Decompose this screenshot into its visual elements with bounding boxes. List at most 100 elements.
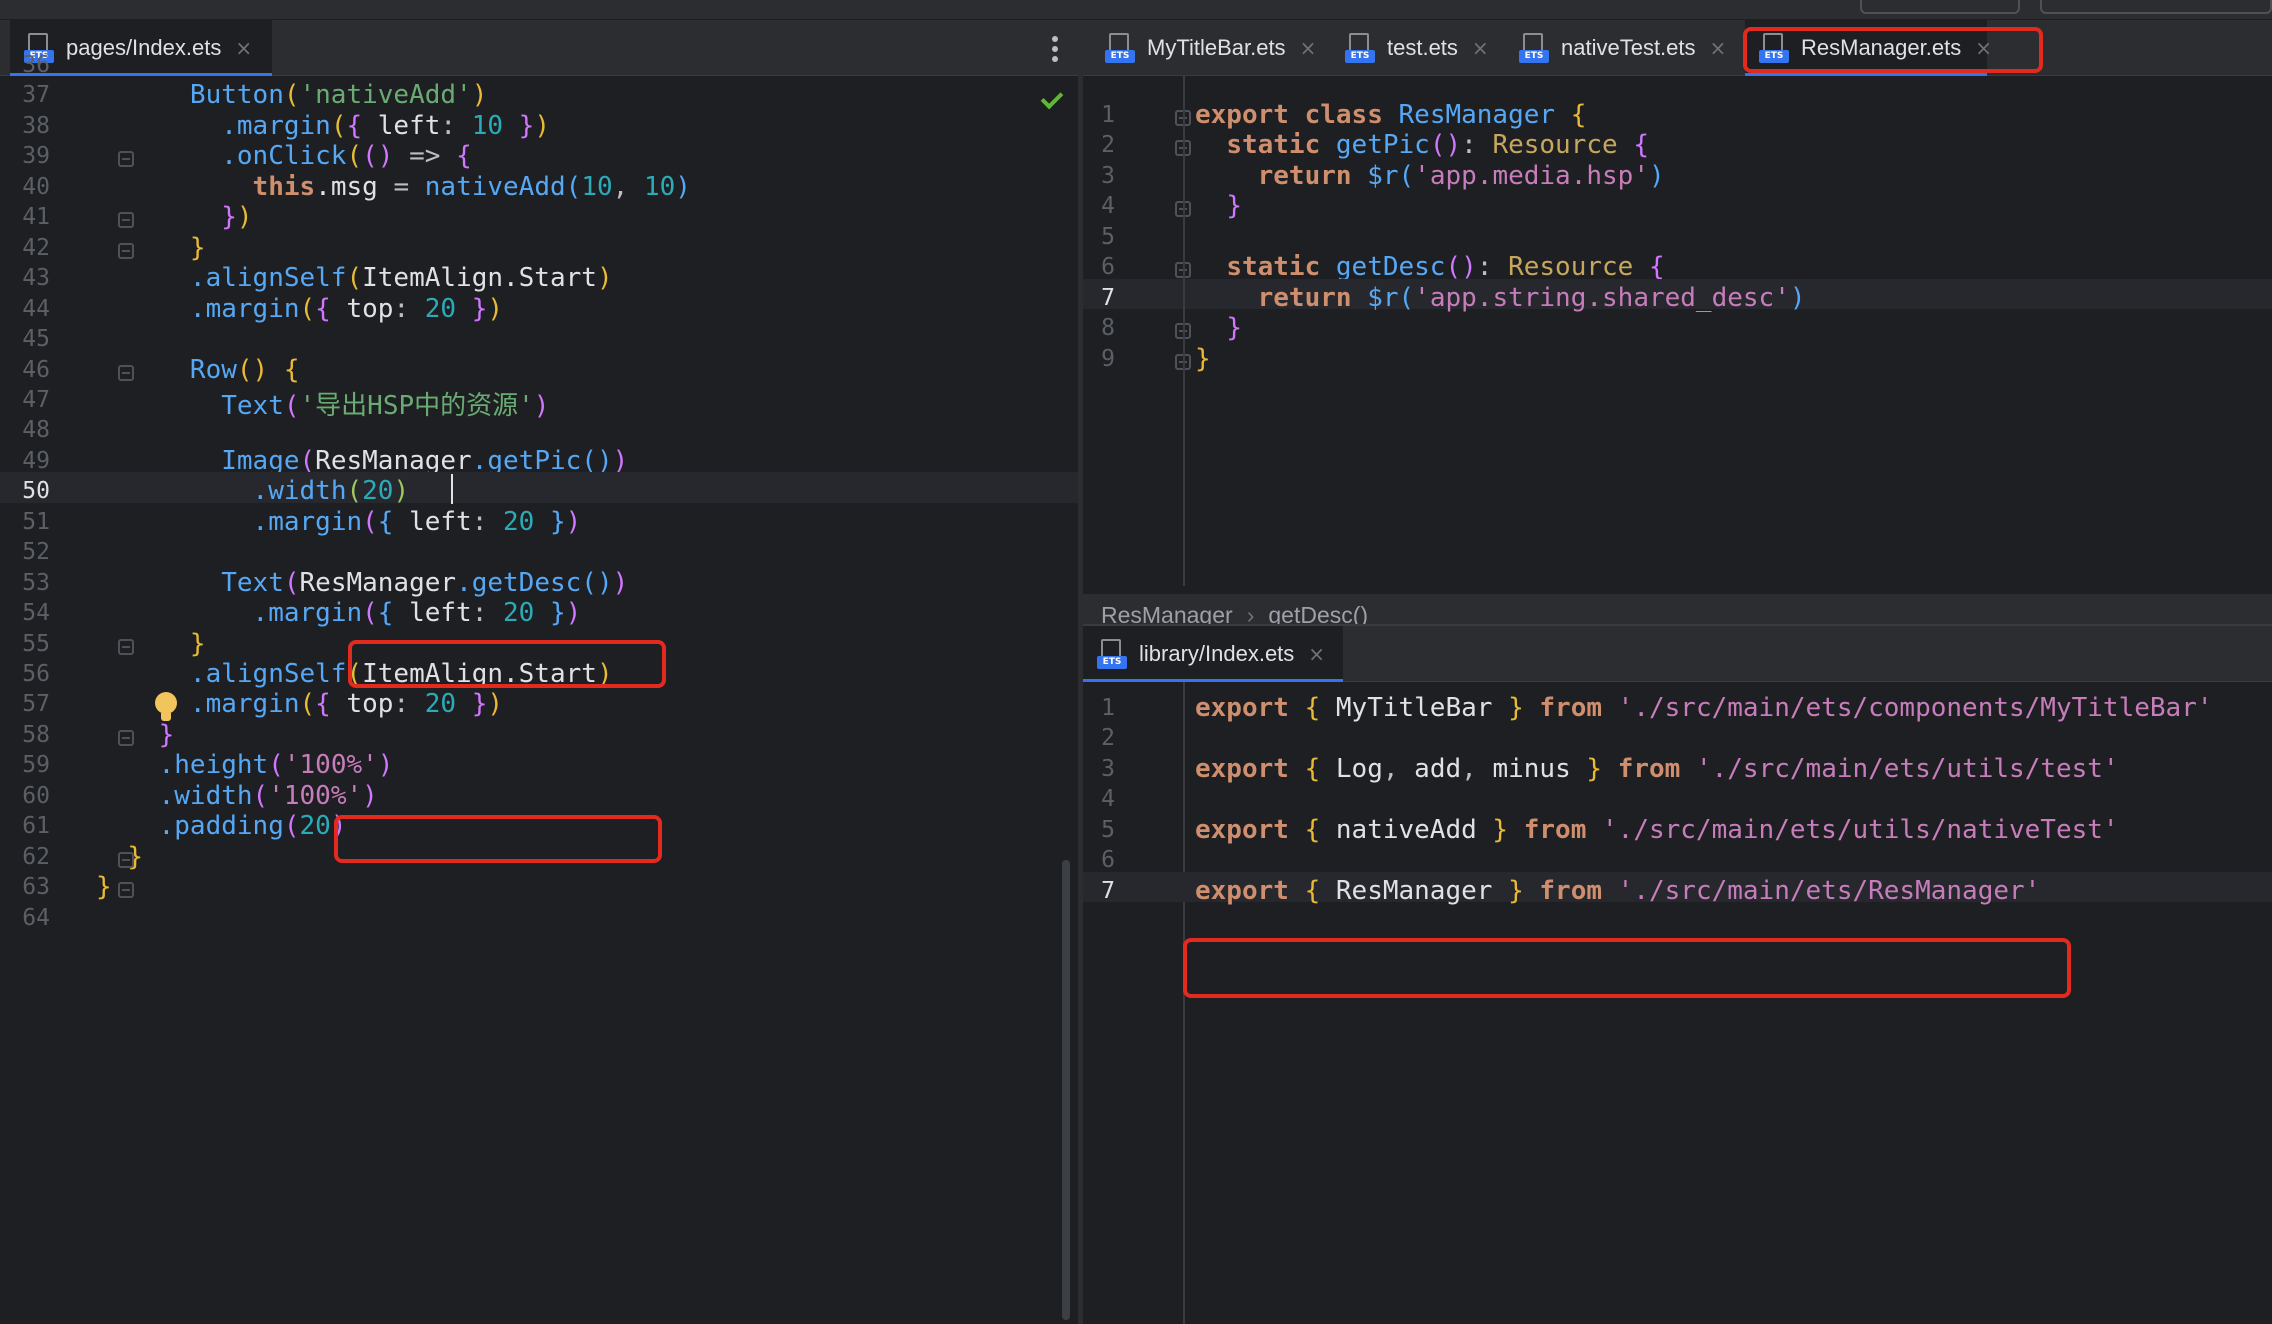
code-token: : <box>393 293 425 324</box>
code-token: export <box>1195 100 1289 130</box>
code-token: ( <box>252 780 269 811</box>
code-line[interactable]: this.msg = nativeAdd(10, 10) <box>96 172 691 202</box>
tab-label: nativeTest.ets <box>1561 35 1696 60</box>
close-icon[interactable]: × <box>1472 36 1489 60</box>
code-line[interactable]: return $r('app.string.shared_desc') <box>1195 283 1806 313</box>
close-icon[interactable]: × <box>235 36 252 60</box>
code-token: .margin <box>252 506 363 537</box>
code-line[interactable]: export { ResManager } from './src/main/e… <box>1195 876 2040 906</box>
toolbar-run-config-partial[interactable] <box>2040 0 2272 14</box>
line-number: 54 <box>22 600 50 627</box>
code-token: () <box>236 354 269 385</box>
code-line[interactable]: export class ResManager { <box>1195 100 1586 130</box>
code-line[interactable]: .alignSelf(ItemAlign.Start) <box>96 263 613 293</box>
code-token: .getDesc <box>456 567 582 598</box>
code-token: Text <box>221 390 284 421</box>
code-token: ( <box>283 390 300 421</box>
code-line[interactable]: .padding(20) <box>96 811 347 841</box>
toolbar-dropdown-partial[interactable] <box>1860 0 2020 14</box>
code-token: ) <box>1648 160 1665 191</box>
tab-nativetest[interactable]: ETS nativeTest.ets × <box>1505 20 1727 76</box>
left-scrollbar[interactable] <box>1062 860 1070 1320</box>
code-token: ) <box>471 80 488 111</box>
code-line[interactable]: return $r('app.media.hsp') <box>1195 161 1665 191</box>
code-line[interactable]: } <box>96 719 175 750</box>
code-line[interactable]: } <box>96 872 112 902</box>
ets-file-icon: ETS <box>1519 33 1549 63</box>
code-token: 20 <box>424 293 457 324</box>
code-line[interactable]: export { MyTitleBar } from './src/main/e… <box>1195 693 2213 723</box>
code-token: { <box>1633 130 1649 161</box>
fold-marker-icon[interactable] <box>118 638 134 655</box>
line-number: 40 <box>22 173 50 200</box>
close-icon[interactable]: × <box>1300 36 1317 60</box>
tab-library-index[interactable]: ETS library/Index.ets × <box>1083 626 1343 682</box>
tab-label: library/Index.ets <box>1139 641 1295 666</box>
code-line[interactable]: .width('100%') <box>96 781 378 811</box>
code-line[interactable]: static getPic(): Resource { <box>1195 130 1649 160</box>
close-icon[interactable]: × <box>1308 642 1325 666</box>
code-line[interactable]: } <box>1195 313 1242 343</box>
code-token: from <box>1539 875 1603 906</box>
code-line[interactable]: } <box>1195 344 1211 374</box>
breadcrumb-item-class[interactable]: ResManager <box>1101 602 1233 625</box>
fold-marker-icon[interactable] <box>118 151 134 168</box>
code-token: Log <box>1320 753 1383 784</box>
code-line[interactable]: .margin({ left: 10 }) <box>96 111 550 141</box>
code-line[interactable]: } <box>96 233 206 263</box>
line-number: 48 <box>22 417 50 444</box>
code-token: Text <box>221 567 284 598</box>
code-line[interactable]: .margin({ left: 20 }) <box>96 506 582 537</box>
code-token: ) <box>596 263 613 294</box>
line-number: 8 <box>1101 315 1115 342</box>
code-line[interactable]: Text(ResManager.getDesc()) <box>96 568 628 598</box>
breadcrumb-item-method[interactable]: getDesc() <box>1268 602 1368 625</box>
tab-test[interactable]: ETS test.ets × <box>1331 20 1489 76</box>
code-line[interactable]: export { Log, add, minus } from './src/m… <box>1195 754 2119 784</box>
code-line[interactable]: export { nativeAdd } from './src/main/et… <box>1195 815 2119 845</box>
lightbulb-icon[interactable] <box>155 692 177 722</box>
code-token: export <box>1195 875 1289 906</box>
code-token: 20 <box>503 506 535 537</box>
code-token: } <box>96 872 112 903</box>
code-token: () <box>362 141 394 172</box>
fold-marker-icon[interactable] <box>118 729 134 746</box>
code-token: .margin <box>221 110 331 141</box>
code-line[interactable]: .margin({ top: 20 }) <box>96 294 503 324</box>
code-line[interactable]: .margin({ left: 20 }) <box>96 598 582 628</box>
code-token: .msg <box>315 171 378 202</box>
code-line[interactable]: .onClick(() => { <box>96 141 471 172</box>
code-token: : <box>471 506 504 537</box>
code-token: add <box>1414 753 1462 784</box>
tab-mytitlebar[interactable]: ETS MyTitleBar.ets × <box>1091 20 1317 76</box>
fold-marker-icon[interactable] <box>118 364 134 381</box>
code-token: './src/main/ets/ResManager' <box>1617 875 2041 906</box>
more-vertical-icon[interactable] <box>1052 36 1058 66</box>
code-line[interactable]: .height('100%') <box>96 750 394 780</box>
line-number: 41 <box>22 204 50 231</box>
code-token: { <box>315 689 331 720</box>
fold-marker-icon[interactable] <box>118 242 134 259</box>
code-line[interactable]: Button('nativeAdd') <box>96 80 487 110</box>
line-number: 7 <box>1101 877 1115 904</box>
code-line[interactable]: } <box>96 629 206 659</box>
code-line[interactable]: .width(20) <box>96 476 410 506</box>
fold-marker-icon[interactable] <box>118 882 134 899</box>
line-number: 2 <box>1101 132 1115 159</box>
code-line[interactable]: Text('导出HSP中的资源') <box>96 385 549 422</box>
code-line[interactable]: } <box>1195 191 1242 221</box>
fold-marker-icon[interactable] <box>118 212 134 229</box>
code-token: ResManager <box>1320 875 1509 906</box>
breadcrumb-separator: › <box>1246 601 1255 625</box>
code-token: } <box>158 719 175 750</box>
fold-marker-icon[interactable] <box>118 851 134 868</box>
close-icon[interactable]: × <box>1710 36 1727 60</box>
